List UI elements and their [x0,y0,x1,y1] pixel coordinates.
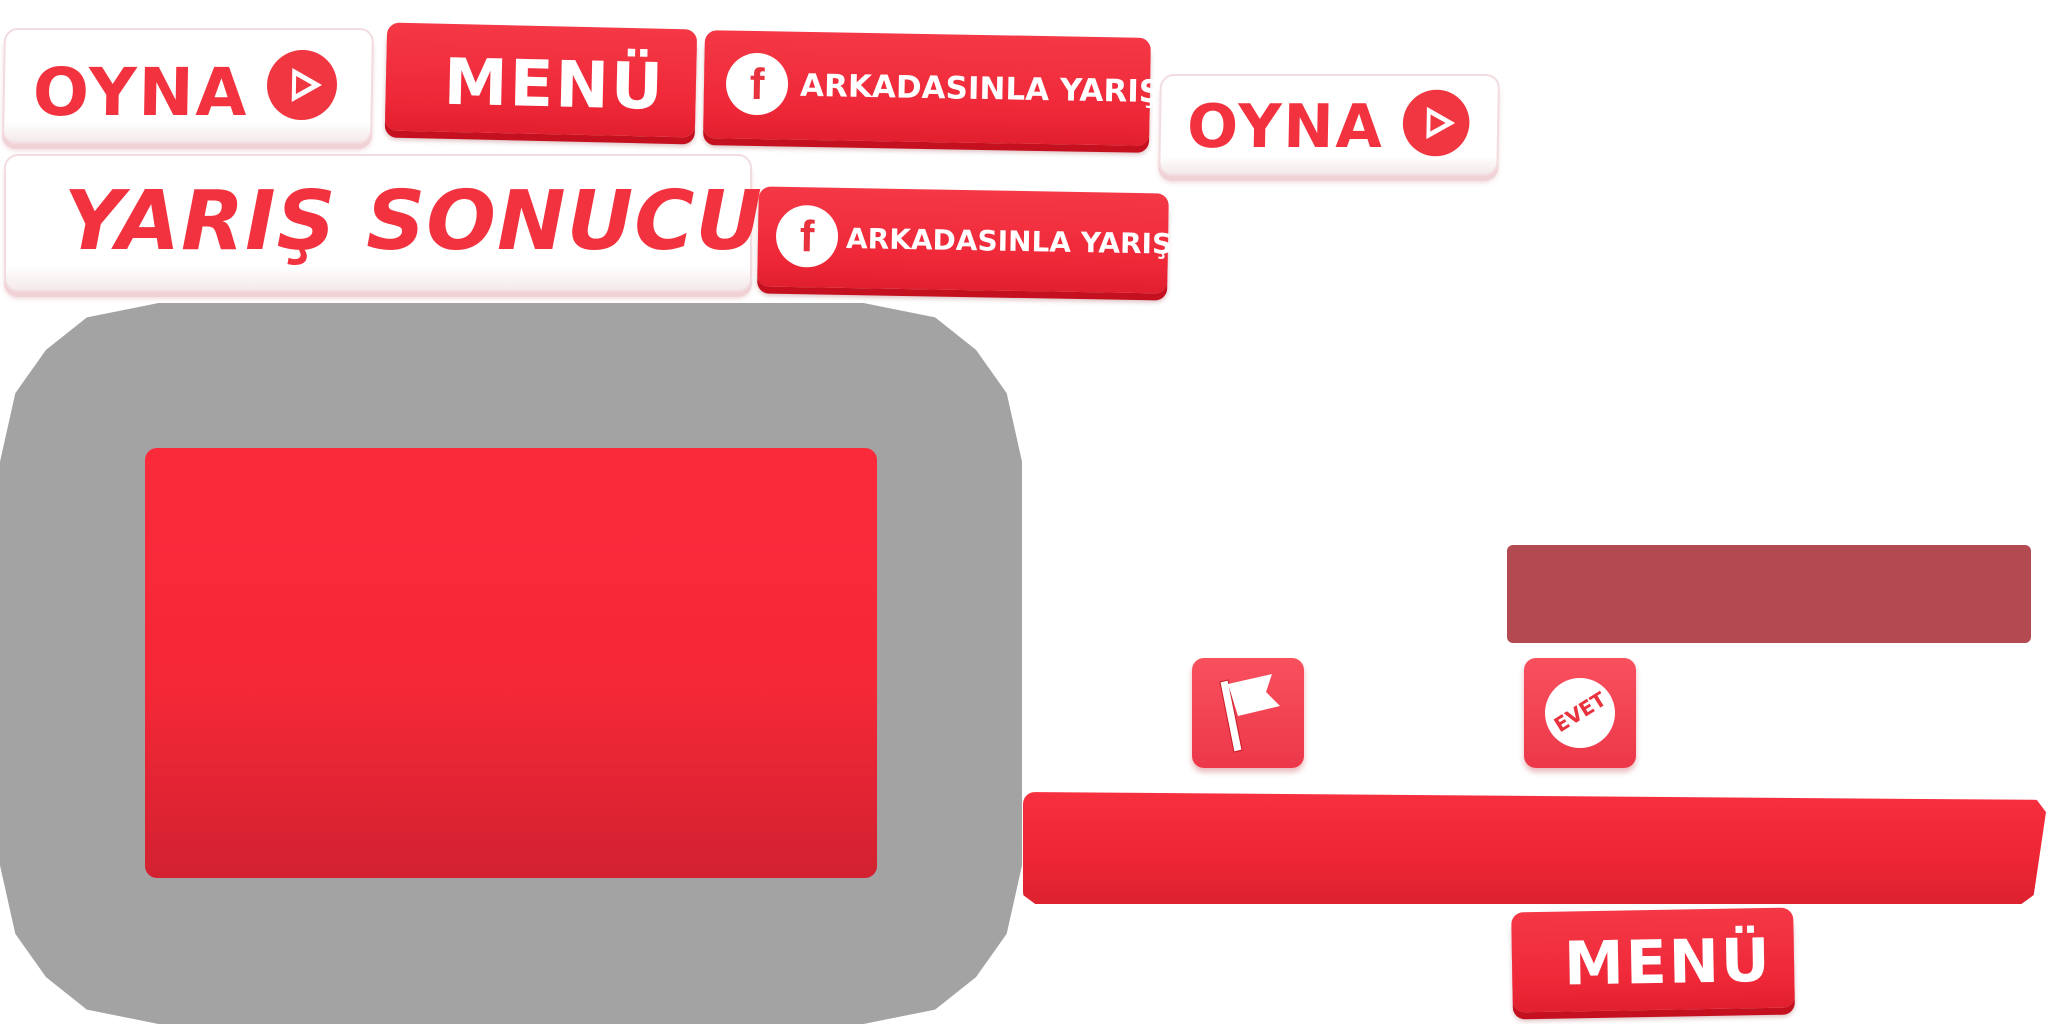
facebook-race-label-secondary: ARKADASINLA YARIŞ [845,221,1173,261]
play-button[interactable]: OYNA [1,28,374,144]
score-bar [1023,792,2046,904]
facebook-race-button[interactable]: f ARKADASINLA YARIŞ [703,30,1161,146]
result-panel-content [145,448,877,878]
menu-button[interactable]: MENÜ [384,22,698,138]
play-button-secondary[interactable]: OYNA [1158,74,1500,176]
menu-button-label: MENÜ [443,45,666,125]
yes-stamp-label: EVET [1549,686,1611,738]
facebook-race-label: ARKADASINLA YARIŞ [799,67,1162,111]
race-result-header: YARIŞ SONUCU [4,154,762,292]
flag-icon [1219,674,1280,753]
menu-button-bottom-label: MENÜ [1563,925,1773,1000]
race-result-title: YARIŞ SONUCU [64,174,763,269]
play-icon [1402,89,1470,157]
facebook-race-button-secondary[interactable]: f ARKADASINLA YARIŞ [757,186,1172,294]
play-icon [266,50,338,120]
menu-button-bottom[interactable]: MENÜ [1511,907,1795,1013]
facebook-icon: f [725,52,789,116]
play-button-secondary-label: OYNA [1186,92,1385,162]
yes-stamp-icon: EVET [1545,678,1615,748]
yes-button[interactable]: EVET [1524,658,1636,768]
info-bar [1507,545,2031,643]
play-button-label: OYNA [32,54,250,131]
flag-button[interactable] [1192,658,1304,768]
facebook-icon: f [775,204,839,268]
